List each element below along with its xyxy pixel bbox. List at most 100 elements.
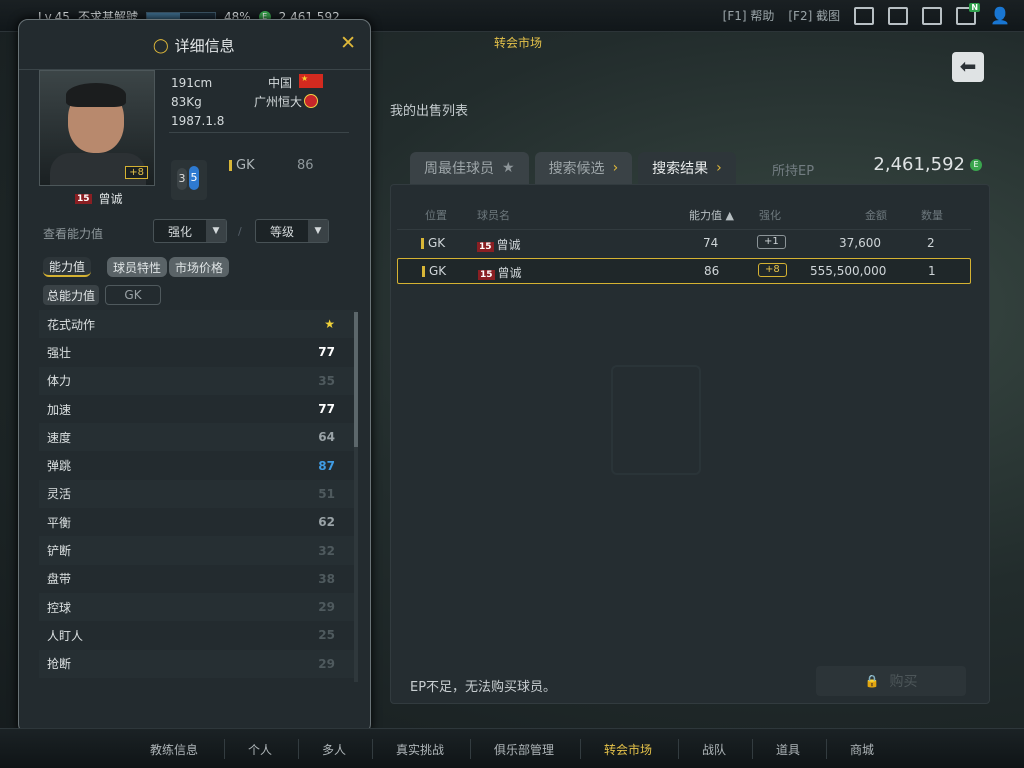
stat-value: 62 — [318, 515, 335, 530]
star-icon: ★ — [502, 160, 515, 176]
tab-label: 搜索候选 — [548, 161, 605, 177]
jersey-number: 15 — [478, 270, 495, 280]
birthdate: 1987.1.8 — [171, 114, 225, 128]
close-icon[interactable]: ✕ — [340, 32, 356, 54]
position-bar — [421, 237, 424, 249]
club: 广州恒大 — [253, 95, 302, 109]
grade-dropdown-value: 等级 — [270, 224, 295, 239]
stat-row: 速度 64 — [39, 423, 357, 452]
stat-value: 51 — [318, 486, 335, 501]
stat-row: 体力 35 — [39, 366, 357, 395]
nav-item[interactable]: 战队 — [702, 741, 726, 758]
row-ovr: 74 — [703, 236, 719, 250]
chevron-down-icon: ▼ — [308, 220, 328, 242]
calendar-check-icon[interactable] — [922, 6, 943, 25]
player-name: 曾诚 — [497, 266, 522, 280]
bottom-nav: 教练信息 个人 多人 真实挑战 俱乐部管理 转会市场 战队 道具 商城 — [0, 728, 1024, 768]
row-price: 555,500,000 — [810, 264, 887, 278]
stat-row: 加速 77 — [39, 395, 357, 423]
buy-button[interactable]: 🔒 购买 — [816, 666, 966, 696]
position-pill[interactable]: GK — [105, 285, 161, 305]
left-foot: 3 — [177, 168, 187, 190]
tab-ability[interactable]: 能力值 — [43, 257, 92, 277]
arrow-left-icon: ⬅ — [959, 54, 977, 78]
nav-separator — [752, 739, 753, 759]
stat-value: 35 — [318, 373, 335, 388]
enhance-dropdown[interactable]: 强化 ▼ — [153, 219, 227, 243]
tab-search-candidates[interactable]: 搜索候选 › — [534, 152, 633, 184]
total-ability-pill[interactable]: 总能力值 — [43, 285, 99, 305]
tab-traits[interactable]: 球员特性 — [107, 257, 168, 277]
screenshot-link[interactable]: [F2] 截图 — [788, 7, 840, 24]
player-detail-dialog: ◯ 详细信息 ✕ +8 15 曾诚 191cm 83Kg 1987.1.8 中国 广… — [18, 19, 371, 734]
position-bar — [422, 265, 425, 277]
nav-item[interactable]: 俱乐部管理 — [494, 741, 554, 758]
tab-market-price[interactable]: 市场价格 — [169, 257, 230, 277]
market-title: 转会市场 — [494, 36, 543, 50]
back-button[interactable]: ⬅ — [952, 52, 984, 82]
foot-skill: 3 5 — [171, 160, 207, 200]
grade-dropdown[interactable]: 等级 ▼ — [255, 219, 329, 243]
stat-name: 灵活 — [47, 487, 72, 502]
col-enhance[interactable]: 强化 — [759, 207, 781, 223]
stat-name: 铲断 — [47, 544, 72, 559]
nav-item[interactable]: 商城 — [850, 741, 874, 758]
position-cell: GK — [422, 264, 446, 278]
row-ovr: 86 — [704, 264, 720, 278]
roster-icon[interactable] — [888, 6, 909, 25]
table-row-selected[interactable]: GK 15 曾诚 86 +8 555,500,000 1 — [397, 258, 971, 284]
col-ovr[interactable]: 能力值 ▲ — [689, 207, 734, 223]
top-toolbar: [F1] 帮助 [F2] 截图 N 👤 — [723, 2, 1010, 25]
col-price[interactable]: 金额 — [865, 207, 887, 223]
nav-item[interactable]: 个人 — [248, 741, 272, 758]
col-position[interactable]: 位置 — [425, 207, 447, 223]
stat-row: 人盯人 25 — [39, 621, 357, 649]
stat-name: 体力 — [47, 374, 72, 389]
nav-item[interactable]: 教练信息 — [150, 741, 198, 758]
row-qty: 2 — [927, 236, 935, 250]
nav-item[interactable]: 多人 — [322, 741, 346, 758]
stat-row: 控球 29 — [39, 592, 357, 622]
stat-name: 盘带 — [47, 572, 72, 587]
player-name-label: 15 曾诚 — [75, 190, 123, 207]
stats-scrollbar-thumb[interactable] — [354, 312, 358, 447]
chat-notice-icon[interactable]: N — [956, 2, 981, 25]
club-crest-icon — [304, 94, 318, 108]
ep-value: 2,461,592 — [873, 154, 965, 175]
table-row[interactable]: GK 15 曾诚 74 +1 37,600 2 — [397, 229, 971, 255]
row-position: GK — [428, 236, 446, 250]
stat-value: ★ — [324, 317, 335, 332]
mail-icon[interactable] — [854, 6, 875, 25]
player-name: 曾诚 — [98, 192, 123, 206]
help-link[interactable]: [F1] 帮助 — [723, 7, 775, 24]
nav-separator — [372, 739, 373, 759]
tab-weekly-best[interactable]: 周最佳球员 ★ — [410, 152, 529, 184]
stat-row: 盘带 38 — [39, 565, 357, 593]
tab-label: 搜索结果 — [652, 161, 709, 177]
stat-row: 花式动作 ★ — [39, 310, 357, 339]
nav-separator — [298, 739, 299, 759]
position-cell: GK — [421, 236, 445, 250]
col-name[interactable]: 球员名 — [477, 207, 510, 223]
nav-separator — [470, 739, 471, 759]
stat-row: 强壮 77 — [39, 338, 357, 366]
nav-separator — [678, 739, 679, 759]
name-cell: 15 曾诚 — [478, 264, 522, 281]
stat-row: 弹跳 87 — [39, 451, 357, 479]
row-position: GK — [429, 264, 447, 278]
profile-icon[interactable]: 👤 — [990, 6, 1010, 25]
nav-item[interactable]: 真实挑战 — [396, 741, 444, 758]
stat-value: 38 — [318, 571, 335, 586]
player-photo: +8 — [39, 70, 155, 186]
row-price: 37,600 — [839, 236, 881, 250]
stat-name: 花式动作 — [47, 317, 96, 332]
my-sell-list-link[interactable]: 我的出售列表 — [390, 100, 468, 119]
results-table: 位置 球员名 能力值 ▲ 强化 金额 数量 GK 15 曾诚 74 +1 37,6… — [390, 184, 990, 704]
stat-name: 控球 — [47, 600, 72, 615]
nav-item[interactable]: 转会市场 — [604, 741, 652, 758]
col-qty[interactable]: 数量 — [921, 207, 943, 223]
tab-search-results[interactable]: 搜索结果 › — [638, 152, 736, 184]
jersey-number: 15 — [75, 193, 92, 204]
nav-item[interactable]: 道具 — [776, 741, 800, 758]
stat-value: 29 — [318, 656, 335, 671]
